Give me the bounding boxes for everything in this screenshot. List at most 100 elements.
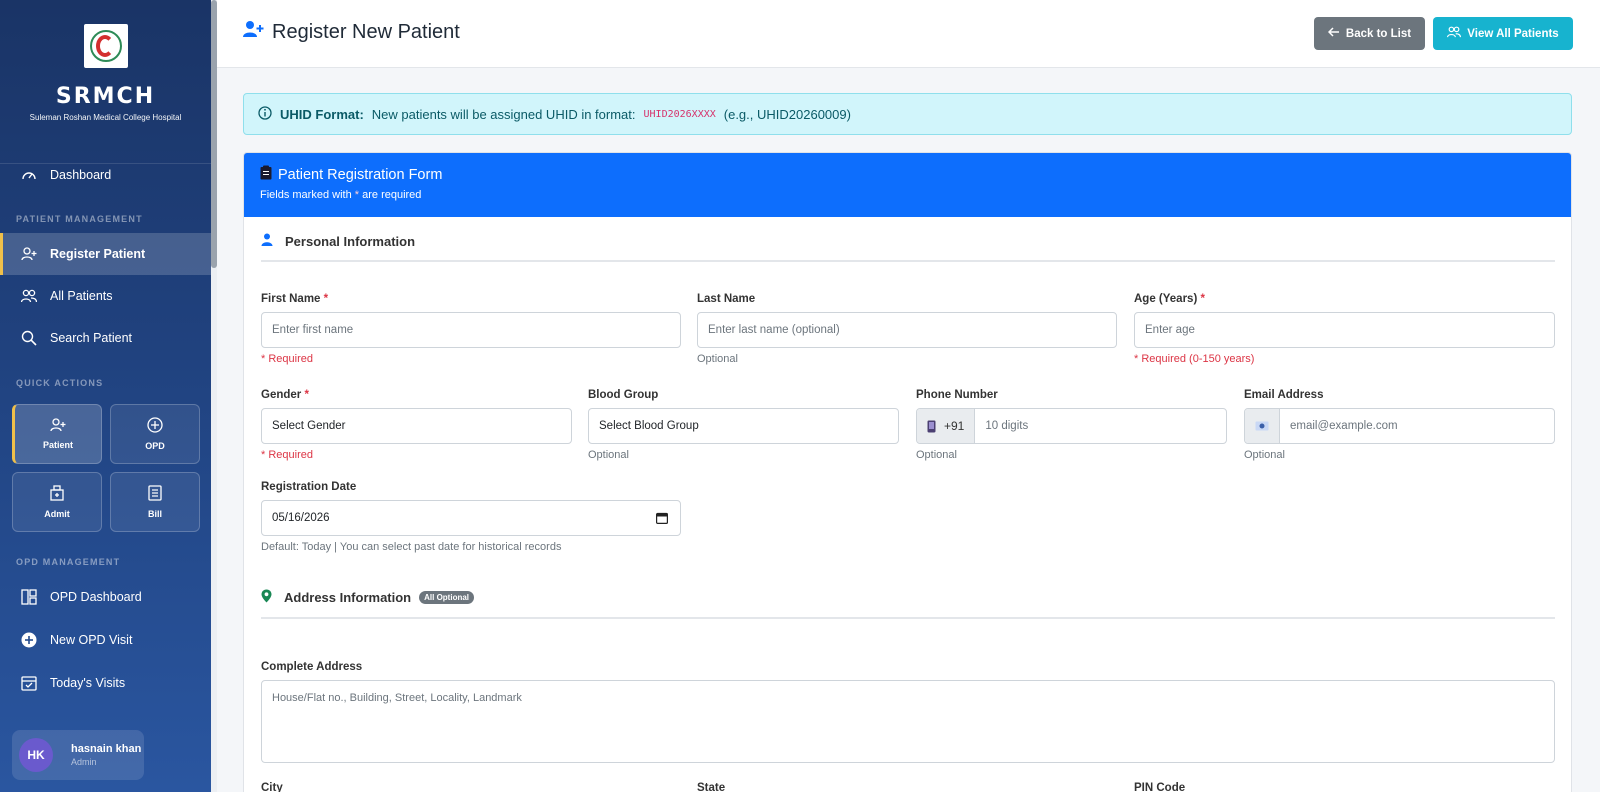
quick-actions-grid: Patient OPD Admit Bill — [12, 404, 202, 532]
registration-date-field: Registration Date 05/16/2026 Default: To… — [261, 481, 681, 553]
quick-action-admit[interactable]: Admit — [12, 472, 102, 532]
card-subtitle: Fields marked with * are required — [260, 189, 1555, 201]
registration-form-card: Patient Registration Form Fields marked … — [243, 152, 1572, 792]
quick-action-label: Admit — [44, 509, 70, 519]
phone-prefix: +91 — [917, 409, 976, 443]
calendar-check-icon — [20, 674, 38, 692]
gender-select[interactable]: Select Gender — [261, 408, 572, 444]
quick-action-label: Bill — [147, 509, 162, 519]
city-label: City — [261, 782, 283, 792]
card-title: Patient Registration Form — [260, 165, 1555, 184]
hospital-icon — [49, 485, 65, 503]
section-label-opd: OPD MANAGEMENT — [16, 557, 121, 567]
people-icon — [1447, 26, 1462, 41]
email-input[interactable]: email@example.com — [1280, 409, 1554, 443]
field-hint: * Required (0-150 years) — [1134, 353, 1255, 365]
section-title: Address Information — [284, 590, 412, 605]
card-title-text: Patient Registration Form — [278, 166, 443, 183]
phone-field: Phone Number +91 10 digits Optional — [916, 389, 1227, 461]
sidebar-item-dashboard[interactable]: Dashboard — [0, 154, 211, 196]
sidebar-item-label: Register Patient — [50, 247, 146, 261]
sidebar-item-todays-visits[interactable]: Today's Visits — [0, 662, 211, 704]
hospital-logo — [83, 24, 128, 68]
email-icon — [1255, 421, 1269, 431]
registration-date-input[interactable]: 05/16/2026 — [261, 500, 681, 536]
brand: SRMCH Suleman Roshan Medical College Hos… — [0, 24, 211, 164]
layout-icon — [20, 588, 38, 606]
blood-group-select[interactable]: Select Blood Group — [588, 408, 899, 444]
brand-subtitle: Suleman Roshan Medical College Hospital — [29, 113, 182, 122]
sidebar-item-opd-dashboard[interactable]: OPD Dashboard — [0, 576, 211, 618]
blood-group-field: Blood Group Select Blood Group Optional — [588, 389, 899, 461]
gauge-icon — [20, 166, 38, 184]
person-plus-icon — [242, 20, 264, 44]
page-title: Register New Patient — [242, 20, 460, 44]
sidebar-item-search-patient[interactable]: Search Patient — [0, 317, 211, 359]
phone-input-group: +91 10 digits — [916, 408, 1227, 444]
field-label: Gender * — [261, 389, 309, 401]
email-field: Email Address email@example.com Optional — [1244, 389, 1555, 461]
quick-action-patient[interactable]: Patient — [12, 404, 102, 464]
view-all-patients-button[interactable]: View All Patients — [1433, 17, 1573, 50]
section-label-quick: QUICK ACTIONS — [16, 378, 104, 388]
quick-action-opd[interactable]: OPD — [110, 404, 200, 464]
phone-input[interactable]: 10 digits — [975, 409, 1226, 443]
uhid-code: UHID2026XXXX — [643, 108, 716, 120]
page-title-text: Register New Patient — [272, 20, 460, 43]
phone-prefix-code: +91 — [944, 419, 965, 433]
sidebar-item-label: New OPD Visit — [50, 633, 133, 647]
field-hint: Default: Today | You can select past dat… — [261, 541, 562, 553]
sidebar-item-all-patients[interactable]: All Patients — [0, 275, 211, 317]
gender-field: Gender * Select Gender * Required — [261, 389, 572, 461]
alert-example: (e.g., UHID20260009) — [723, 106, 851, 122]
field-hint: Optional — [588, 449, 629, 461]
plus-circle-fill-icon — [20, 631, 38, 649]
pin-code-label: PIN Code — [1134, 782, 1186, 792]
quick-action-label: Patient — [42, 440, 73, 450]
state-label: State — [697, 782, 726, 792]
complete-address-textarea[interactable]: House/Flat no., Building, Street, Locali… — [261, 680, 1555, 763]
calendar-icon[interactable] — [656, 512, 668, 524]
sidebar-item-label: Today's Visits — [50, 676, 126, 690]
card-header: Patient Registration Form Fields marked … — [244, 153, 1571, 217]
plus-circle-icon — [147, 417, 163, 435]
view-all-patients-label: View All Patients — [1467, 27, 1559, 40]
card-sub-post: are required — [362, 189, 422, 201]
mobile-phone-icon — [927, 420, 936, 433]
section-personal-information: Personal Information — [261, 233, 1555, 262]
first-name-field: First Name * Enter first name * Required — [261, 293, 681, 365]
person-plus-icon — [50, 418, 66, 434]
user-profile[interactable]: HK hasnain khan Admin — [12, 730, 144, 780]
brand-name: SRMCH — [55, 84, 156, 109]
sidebar-item-label: OPD Dashboard — [50, 590, 142, 604]
sidebar-item-register-patient[interactable]: Register Patient — [0, 233, 211, 275]
last-name-field: Last Name Enter last name (optional) Opt… — [697, 293, 1117, 365]
quick-action-bill[interactable]: Bill — [110, 472, 200, 532]
age-field: Age (Years) * Enter age * Required (0-15… — [1134, 293, 1555, 365]
age-input[interactable]: Enter age — [1134, 312, 1555, 348]
person-plus-icon — [20, 245, 38, 263]
complete-address-field: Complete Address House/Flat no., Buildin… — [261, 661, 1555, 763]
field-hint: * Required — [261, 353, 313, 365]
field-label: Complete Address — [261, 661, 363, 673]
info-circle-icon — [258, 105, 272, 123]
user-role: Admin — [71, 757, 97, 767]
registration-date-value: 05/16/2026 — [272, 512, 330, 524]
field-hint: * Required — [261, 449, 313, 461]
first-name-input[interactable]: Enter first name — [261, 312, 681, 348]
section-label-patient: PATIENT MANAGEMENT — [16, 214, 143, 224]
uhid-info-alert: UHID Format: New patients will be assign… — [243, 93, 1572, 135]
section-address-information: Address Information All Optional — [261, 589, 1555, 619]
people-icon — [20, 287, 38, 305]
sidebar-item-label: All Patients — [50, 289, 113, 303]
back-to-list-button[interactable]: Back to List — [1314, 17, 1425, 50]
arrow-left-icon — [1327, 27, 1340, 40]
sidebar-item-new-opd-visit[interactable]: New OPD Visit — [0, 619, 211, 661]
all-optional-badge: All Optional — [419, 591, 475, 604]
field-label: First Name * — [261, 293, 329, 305]
field-hint: Optional — [697, 353, 738, 365]
clipboard-icon — [260, 165, 272, 184]
sidebar-item-label: Dashboard — [50, 168, 112, 182]
last-name-input[interactable]: Enter last name (optional) — [697, 312, 1117, 348]
field-label: Phone Number — [916, 389, 998, 401]
